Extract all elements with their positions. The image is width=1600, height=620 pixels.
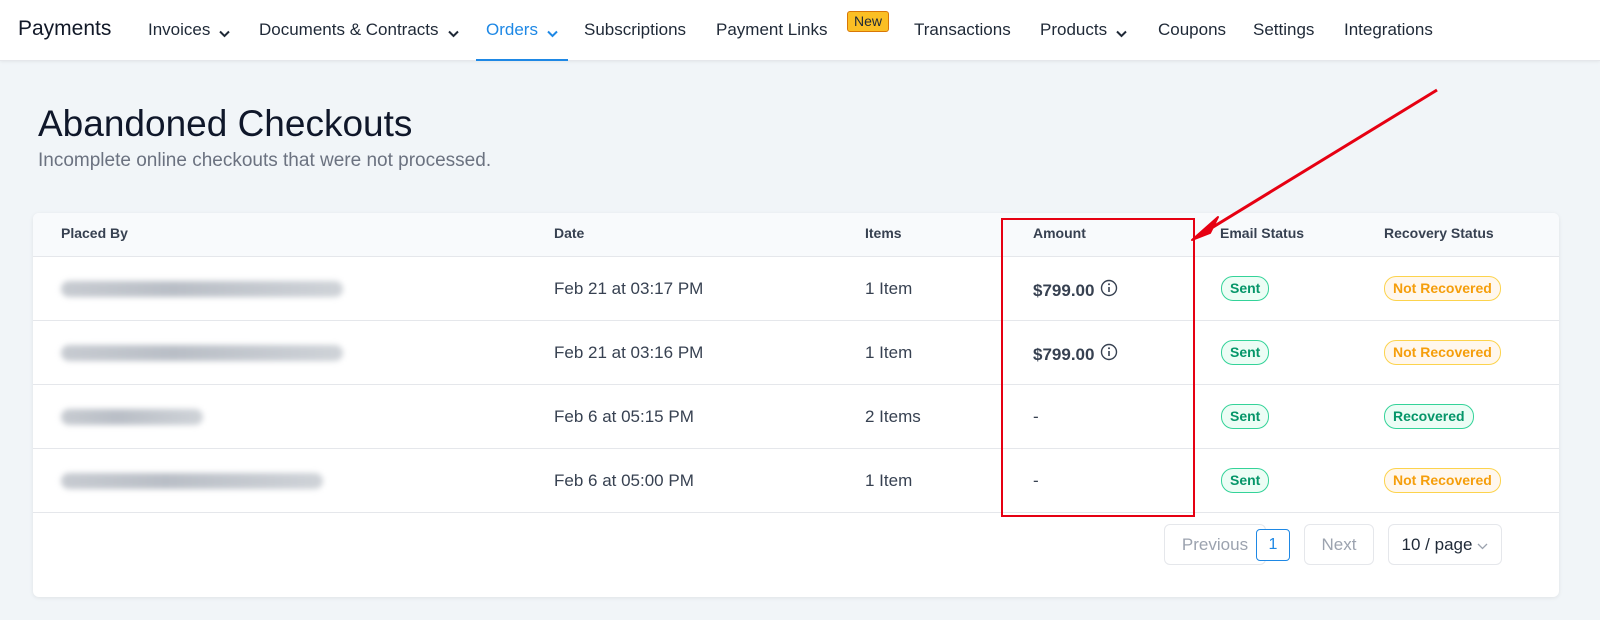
row-items: 1 Item <box>865 279 913 298</box>
previous-page-button[interactable]: Previous <box>1164 524 1266 565</box>
nav-integrations-label: Integrations <box>1344 20 1433 39</box>
next-page-button[interactable]: Next <box>1304 524 1374 565</box>
nav-products-label: Products <box>1040 20 1108 39</box>
table-header: Placed By Date Items Amount Email Status… <box>33 213 1559 257</box>
row-date: Feb 6 at 05:15 PM <box>554 407 694 426</box>
nav-invoices-label: Invoices <box>148 20 211 39</box>
row-amount-value: - <box>1033 407 1039 426</box>
nav-coupons[interactable]: Coupons <box>1158 20 1226 61</box>
placed-by-redacted <box>61 409 203 425</box>
nav-transactions[interactable]: Transactions <box>914 20 1011 61</box>
nav-payment-links-label: Payment Links <box>716 20 828 39</box>
row-amount-value: $799.00 <box>1033 280 1095 300</box>
page-number-button[interactable]: 1 <box>1256 529 1290 561</box>
app-title: Payments <box>18 17 112 40</box>
nav-settings[interactable]: Settings <box>1253 20 1314 61</box>
chevron-down-icon <box>447 23 459 43</box>
chevron-down-icon <box>1477 535 1488 555</box>
nav-documents-label: Documents & Contracts <box>259 20 439 39</box>
row-date: Feb 21 at 03:17 PM <box>554 279 704 298</box>
chevron-down-icon <box>547 23 558 43</box>
nav-subscriptions-label: Subscriptions <box>584 20 687 39</box>
nav-payment-links[interactable]: Payment Links <box>716 20 828 61</box>
placed-by-redacted <box>61 345 343 361</box>
nav-transactions-label: Transactions <box>914 20 1011 39</box>
page-subtitle: Incomplete online checkouts that were no… <box>38 150 492 171</box>
nav-subscriptions[interactable]: Subscriptions <box>584 20 686 61</box>
email-status-badge: Sent <box>1221 276 1270 301</box>
recovery-status-badge: Recovered <box>1384 404 1474 429</box>
recovery-status-badge: Not Recovered <box>1384 276 1501 301</box>
row-amount-value: $799.00 <box>1033 344 1095 364</box>
info-icon[interactable] <box>1100 343 1118 366</box>
chevron-down-icon <box>1116 23 1127 43</box>
table-row[interactable]: Feb 21 at 03:16 PM 1 Item $799.00 Sent N… <box>33 321 1559 385</box>
row-amount: $799.00 <box>1033 343 1118 366</box>
column-header-email-status: Email Status <box>1220 225 1305 241</box>
column-header-recovery-status: Recovery Status <box>1384 225 1494 241</box>
column-header-items: Items <box>865 225 902 241</box>
new-badge: New <box>847 11 890 32</box>
column-header-amount: Amount <box>1033 225 1086 241</box>
row-items: 1 Item <box>865 343 913 362</box>
chevron-down-icon <box>219 23 231 43</box>
top-nav: Payments Invoices Documents & Contracts … <box>0 0 1600 61</box>
page-size-select[interactable]: 10 / page <box>1388 524 1502 565</box>
recovery-status-badge: Not Recovered <box>1384 340 1501 365</box>
table-row[interactable]: Feb 6 at 05:15 PM 2 Items - Sent Recover… <box>33 385 1559 449</box>
info-icon[interactable] <box>1100 279 1118 302</box>
page-title: Abandoned Checkouts <box>38 103 413 144</box>
row-date: Feb 21 at 03:16 PM <box>554 343 704 362</box>
nav-orders-label: Orders <box>486 20 538 39</box>
nav-settings-label: Settings <box>1253 20 1315 39</box>
placed-by-redacted <box>61 473 323 489</box>
column-header-placed-by: Placed By <box>61 225 128 241</box>
email-status-badge: Sent <box>1221 468 1270 493</box>
page-size-value: 10 / page <box>1401 534 1473 554</box>
row-amount-value: - <box>1033 471 1039 490</box>
row-items: 1 Item <box>865 471 913 490</box>
nav-invoices[interactable]: Invoices <box>148 20 231 61</box>
row-amount: $799.00 <box>1033 279 1118 302</box>
nav-orders[interactable]: Orders <box>476 20 568 61</box>
nav-products[interactable]: Products <box>1040 20 1127 61</box>
row-items: 2 Items <box>865 407 921 426</box>
abandoned-checkouts-table: Placed By Date Items Amount Email Status… <box>33 213 1559 597</box>
email-status-badge: Sent <box>1221 404 1270 429</box>
nav-coupons-label: Coupons <box>1158 20 1227 39</box>
email-status-badge: Sent <box>1221 340 1270 365</box>
placed-by-redacted <box>61 281 343 297</box>
nav-documents-contracts[interactable]: Documents & Contracts <box>259 20 459 61</box>
recovery-status-badge: Not Recovered <box>1384 468 1501 493</box>
table-row[interactable]: Feb 6 at 05:00 PM 1 Item - Sent Not Reco… <box>33 449 1559 513</box>
table-row[interactable]: Feb 21 at 03:17 PM 1 Item $799.00 Sent N… <box>33 257 1559 321</box>
column-header-date: Date <box>554 225 585 241</box>
row-date: Feb 6 at 05:00 PM <box>554 471 694 490</box>
nav-integrations[interactable]: Integrations <box>1344 20 1433 61</box>
